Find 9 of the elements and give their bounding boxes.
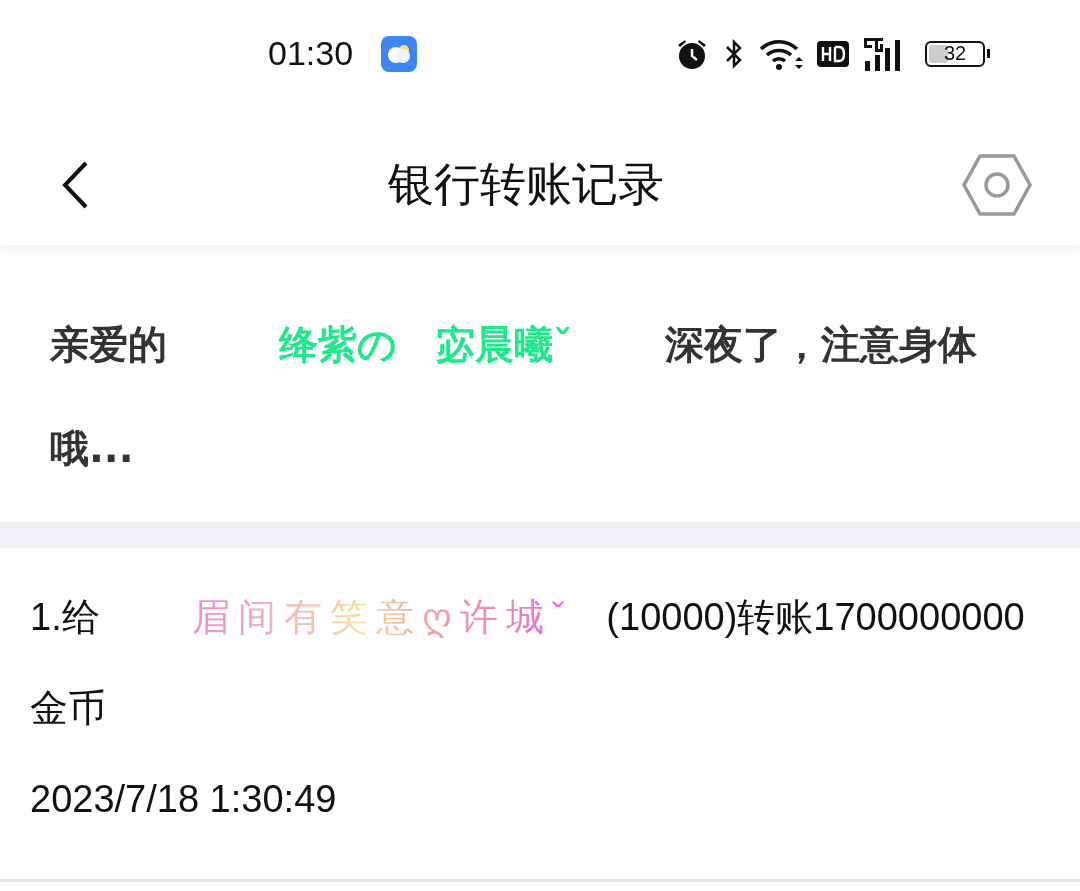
status-time: 01:30 [268, 34, 354, 73]
weather-app-icon [381, 35, 418, 72]
back-icon[interactable] [60, 160, 90, 210]
hd-icon [817, 40, 849, 67]
page-title: 银行转账记录 [388, 156, 664, 213]
settings-icon[interactable] [962, 153, 1032, 217]
transfer-time: 2023/7/18 1:30:49 [30, 777, 338, 822]
transfer-record: 1.给 眉间有笑意ღ许城ˇ (10000)转账1700000000金币 [30, 595, 1026, 731]
greeting-message: 亲爱的 绛紫の 宓晨曦ˇ 深夜了，注意身体哦... [50, 321, 978, 473]
